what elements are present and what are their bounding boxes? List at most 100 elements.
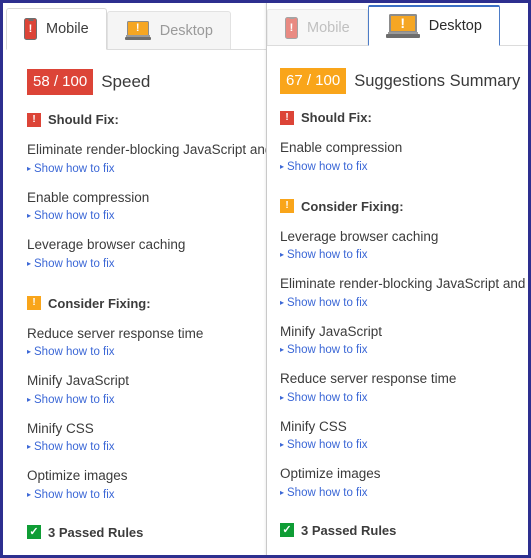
show-how-to-fix-label: Show how to fix — [287, 160, 368, 173]
rule-item: Minify CSS ▸ Show how to fix — [27, 419, 274, 454]
consider-fixing-icon: ! — [280, 199, 294, 214]
desktop-results-panel: ! Mobile ! Desktop 67 / 100 Suggestions … — [266, 3, 528, 555]
caret-right-icon: ▸ — [280, 440, 285, 450]
tab-desktop[interactable]: ! Desktop — [106, 11, 231, 49]
rule-item: Minify JavaScript ▸ Show how to fix — [27, 371, 274, 406]
rule-item: Enable compression ▸ Show how to fix — [280, 138, 528, 173]
caret-right-icon: ▸ — [280, 392, 285, 402]
caret-right-icon: ▸ — [27, 163, 32, 173]
show-how-to-fix-label: Show how to fix — [34, 488, 115, 501]
exclamation-glyph: ! — [400, 15, 406, 31]
caret-right-icon: ▸ — [280, 487, 285, 497]
rule-item: Minify CSS ▸ Show how to fix — [280, 417, 528, 452]
desktop-rules-list: ! Should Fix: Enable compression ▸ Show h… — [267, 94, 528, 538]
caret-right-icon: ▸ — [27, 394, 32, 404]
show-how-to-fix-label: Show how to fix — [34, 441, 115, 454]
group-label-should-fix: Should Fix: — [48, 112, 119, 127]
show-how-to-fix-link[interactable]: ▸ Show how to fix — [280, 249, 528, 262]
suggestions-score-badge: 67 / 100 — [280, 68, 347, 94]
rule-item: Optimize images ▸ Show how to fix — [27, 466, 274, 501]
rule-title: Minify CSS — [280, 418, 347, 434]
rule-title: Enable compression — [27, 189, 150, 205]
exclamation-glyph: ! — [289, 21, 294, 34]
rule-title: Leverage browser caching — [280, 228, 439, 244]
show-how-to-fix-link[interactable]: ▸ Show how to fix — [280, 392, 528, 404]
tab-mobile[interactable]: ! Mobile — [267, 9, 368, 45]
show-how-to-fix-label: Show how to fix — [287, 439, 368, 452]
group-header-should-fix: ! Should Fix: — [280, 110, 528, 125]
caret-right-icon: ▸ — [280, 297, 285, 307]
show-how-to-fix-link[interactable]: ▸ Show how to fix — [280, 487, 528, 499]
mobile-panel-body: 58 / 100 Speed ! Should Fix: Eliminate r… — [6, 50, 274, 540]
consider-fixing-icon: ! — [27, 296, 41, 311]
group-header-consider-fixing: ! Consider Fixing: — [280, 199, 528, 214]
tab-mobile-label: Mobile — [46, 21, 89, 37]
show-how-to-fix-label: Show how to fix — [287, 344, 368, 357]
rule-title: Eliminate render-blocking JavaScript and… — [280, 276, 528, 292]
check-icon: ✓ — [280, 523, 294, 538]
group-header-should-fix: ! Should Fix: — [27, 112, 274, 127]
should-fix-icon: ! — [27, 112, 41, 127]
passed-rules-row[interactable]: ✓ 3 Passed Rules — [280, 523, 528, 538]
show-how-to-fix-label: Show how to fix — [34, 162, 115, 175]
rule-title: Minify CSS — [27, 420, 94, 436]
mobile-results-panel: ! Mobile ! Desktop 58 / 100 Speed ! Shou… — [6, 6, 274, 555]
mobile-phone-icon: ! — [24, 18, 37, 40]
show-how-to-fix-link[interactable]: ▸ Show how to fix — [27, 163, 274, 175]
rule-item: Leverage browser caching ▸ Show how to fi… — [280, 227, 528, 262]
show-how-to-fix-link[interactable]: ▸ Show how to fix — [27, 441, 274, 453]
show-how-to-fix-label: Show how to fix — [287, 249, 368, 262]
suggestions-summary-title: Suggestions Summary — [354, 71, 521, 90]
rule-title: Reduce server response time — [280, 371, 457, 387]
passed-rules-label: 3 Passed Rules — [48, 524, 144, 540]
show-how-to-fix-link[interactable]: ▸ Show how to fix — [280, 439, 528, 452]
caret-right-icon: ▸ — [27, 489, 32, 499]
laptop-icon: ! — [385, 13, 420, 39]
caret-right-icon: ▸ — [280, 250, 285, 260]
desktop-panel-tabbar: ! Mobile ! Desktop — [267, 3, 528, 46]
tab-desktop-label: Desktop — [428, 18, 482, 34]
show-how-to-fix-link[interactable]: ▸ Show how to fix — [27, 394, 274, 406]
exclamation-glyph: ! — [28, 23, 33, 35]
rule-title: Eliminate render-blocking JavaScript and… — [27, 142, 274, 157]
show-how-to-fix-link[interactable]: ▸ Show how to fix — [27, 346, 274, 358]
speed-score-title: Speed — [101, 72, 151, 91]
passed-rules-row[interactable]: ✓ 3 Passed Rules — [27, 525, 274, 540]
rule-item: Eliminate render-blocking JavaScript and… — [280, 274, 528, 309]
show-how-to-fix-link[interactable]: ▸ Show how to fix — [280, 296, 528, 309]
group-header-consider-fixing: ! Consider Fixing: — [27, 296, 274, 311]
rule-title: Leverage browser caching — [27, 237, 186, 253]
rule-title: Minify JavaScript — [280, 323, 383, 339]
show-how-to-fix-link[interactable]: ▸ Show how to fix — [27, 258, 274, 270]
rule-title: Minify JavaScript — [27, 373, 130, 389]
desktop-score-row: 67 / 100 Suggestions Summary — [267, 46, 528, 94]
show-how-to-fix-link[interactable]: ▸ Show how to fix — [27, 489, 274, 501]
tab-desktop[interactable]: ! Desktop — [367, 5, 500, 46]
speed-score-badge: 58 / 100 — [27, 69, 94, 95]
screenshot-frame: ! Mobile ! Desktop 58 / 100 Speed ! Shou… — [0, 0, 531, 558]
show-how-to-fix-label: Show how to fix — [287, 296, 368, 309]
rule-title: Reduce server response time — [27, 325, 204, 341]
show-how-to-fix-link[interactable]: ▸ Show how to fix — [27, 210, 274, 222]
rule-item: Eliminate render-blocking JavaScript and… — [27, 140, 274, 175]
exclamation-glyph: ! — [135, 21, 140, 34]
show-how-to-fix-link[interactable]: ▸ Show how to fix — [280, 344, 528, 357]
caret-right-icon: ▸ — [280, 345, 285, 355]
rule-item: Minify JavaScript ▸ Show how to fix — [280, 322, 528, 357]
tab-mobile-label: Mobile — [307, 19, 350, 36]
should-fix-icon: ! — [280, 110, 294, 125]
rule-item: Leverage browser caching ▸ Show how to fi… — [27, 235, 274, 270]
check-icon: ✓ — [27, 525, 41, 540]
rule-item: Optimize images ▸ Show how to fix — [280, 464, 528, 499]
show-how-to-fix-link[interactable]: ▸ Show how to fix — [280, 160, 528, 173]
show-how-to-fix-label: Show how to fix — [34, 393, 115, 406]
rule-item: Enable compression ▸ Show how to fix — [27, 188, 274, 223]
show-how-to-fix-label: Show how to fix — [34, 257, 115, 270]
tab-mobile[interactable]: ! Mobile — [6, 8, 107, 50]
show-how-to-fix-label: Show how to fix — [34, 210, 115, 223]
mobile-score-row: 58 / 100 Speed — [6, 50, 274, 95]
caret-right-icon: ▸ — [27, 258, 32, 268]
caret-right-icon: ▸ — [27, 211, 32, 221]
laptop-icon: ! — [124, 20, 151, 41]
caret-right-icon: ▸ — [27, 442, 32, 452]
